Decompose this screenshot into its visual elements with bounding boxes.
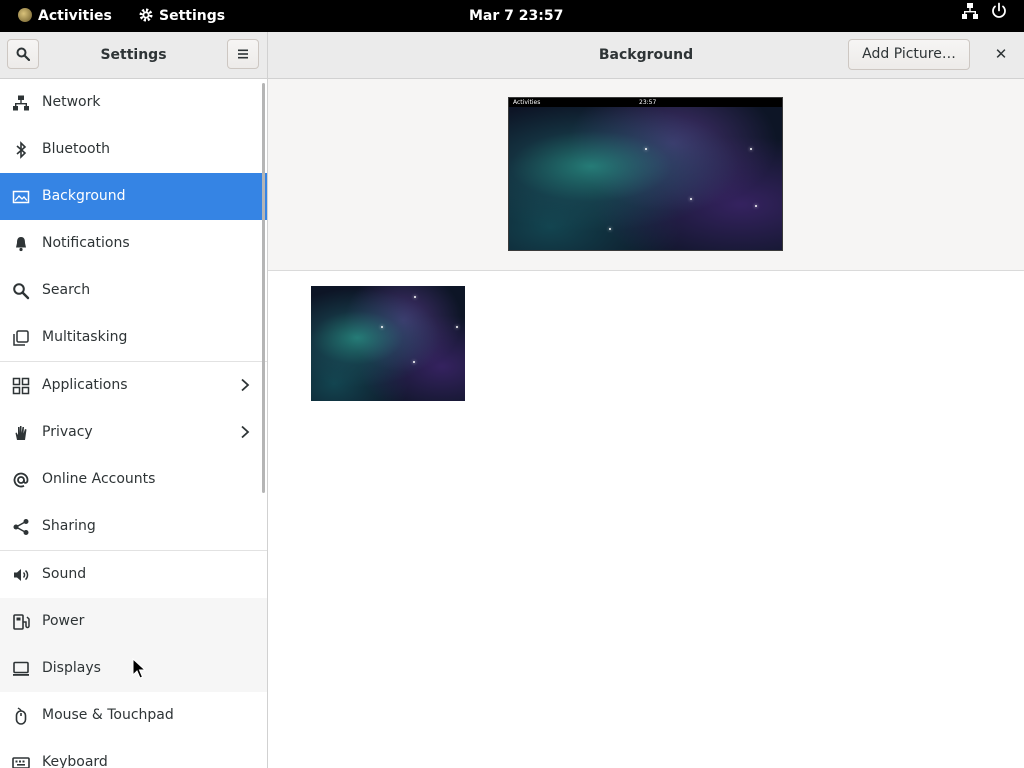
display-icon <box>13 661 29 676</box>
multitasking-icon <box>13 330 29 346</box>
star <box>609 228 611 230</box>
preview-top-bar: Activities 23:57 <box>509 98 782 107</box>
search-icon <box>13 283 30 300</box>
sidebar-item-privacy[interactable]: Privacy <box>0 409 267 456</box>
bell-icon <box>16 237 26 252</box>
sidebar-item-background[interactable]: Background <box>0 173 267 220</box>
wallpaper-thumbnail[interactable] <box>311 286 465 401</box>
power-icon <box>13 614 30 630</box>
sidebar-item-multitasking[interactable]: Multitasking <box>0 314 267 361</box>
star <box>414 296 416 298</box>
background-preview-area: Activities 23:57 <box>268 79 1024 271</box>
sidebar-item-applications[interactable]: Applications <box>0 362 267 409</box>
add-picture-button[interactable]: Add Picture… <box>848 39 970 70</box>
preview-activities-label: Activities <box>513 99 541 106</box>
preview-clock: 23:57 <box>639 99 657 106</box>
sidebar-item-label: Search <box>42 282 91 298</box>
sidebar-header: Settings <box>0 32 268 79</box>
network-icon <box>13 95 29 111</box>
sidebar-item-keyboard[interactable]: Keyboard <box>0 739 267 768</box>
sidebar-item-online-accounts[interactable]: Online Accounts <box>0 456 267 503</box>
hand-icon <box>15 426 27 440</box>
star <box>755 205 757 207</box>
sidebar-item-label: Notifications <box>42 235 130 251</box>
search-button[interactable] <box>7 39 39 69</box>
sidebar-item-label: Sharing <box>42 518 96 534</box>
sidebar-item-label: Mouse & Touchpad <box>42 707 174 723</box>
sidebar-item-label: Background <box>42 188 126 204</box>
sidebar-item-label: Network <box>42 94 101 110</box>
star <box>381 326 383 328</box>
close-button[interactable]: ✕ <box>986 39 1016 69</box>
sidebar-item-mouse-touchpad[interactable]: Mouse & Touchpad <box>0 692 267 739</box>
sidebar-item-label: Sound <box>42 566 87 582</box>
speaker-icon <box>14 569 29 581</box>
hamburger-menu-icon <box>238 49 248 59</box>
sidebar-item-network[interactable]: Network <box>0 79 267 126</box>
sidebar-item-bluetooth[interactable]: Bluetooth <box>0 126 267 173</box>
chevron-right-icon <box>241 425 250 439</box>
search-icon <box>16 47 30 61</box>
sidebar-item-label: Privacy <box>42 424 93 440</box>
chevron-right-icon <box>241 378 250 392</box>
sidebar-item-sharing[interactable]: Sharing <box>0 503 267 550</box>
sidebar-item-notifications[interactable]: Notifications <box>0 220 267 267</box>
share-icon <box>13 519 29 535</box>
sidebar-scrollbar[interactable] <box>262 83 265 493</box>
at-icon <box>13 472 29 488</box>
star <box>750 148 752 150</box>
keyboard-icon <box>12 757 30 768</box>
top-bar: Activities Settings Mar 7 23:57 <box>0 0 1024 32</box>
clock[interactable]: Mar 7 23:57 <box>469 0 563 32</box>
current-background-preview: Activities 23:57 <box>508 97 783 251</box>
sidebar-item-label: Displays <box>42 660 101 676</box>
gear-icon <box>139 8 153 22</box>
mouse-icon <box>15 707 27 725</box>
content-header: Background Add Picture… ✕ <box>268 32 1024 79</box>
star <box>456 326 458 328</box>
app-menu[interactable]: Settings <box>138 0 225 32</box>
applications-icon <box>12 377 30 395</box>
sidebar-item-search[interactable]: Search <box>0 267 267 314</box>
settings-window: Settings Background Add Picture… ✕ Netwo… <box>0 32 1024 768</box>
star <box>690 198 692 200</box>
sidebar-item-label: Multitasking <box>42 329 128 345</box>
mouse-cursor-icon <box>132 658 146 679</box>
sidebar-item-sound[interactable]: Sound <box>0 551 267 598</box>
activities-label: Activities <box>38 8 112 24</box>
star <box>413 361 415 363</box>
sidebar-item-label: Applications <box>42 377 128 393</box>
distro-logo-icon <box>18 8 32 22</box>
wired-network-icon[interactable] <box>961 0 979 32</box>
background-icon <box>12 190 30 204</box>
activities-button[interactable]: Activities <box>18 0 112 32</box>
star <box>645 148 647 150</box>
sidebar-item-power[interactable]: Power <box>0 598 267 645</box>
main-menu-button[interactable] <box>227 39 259 69</box>
system-power-icon[interactable] <box>990 0 1008 32</box>
sidebar-item-label: Keyboard <box>42 754 108 768</box>
sidebar-item-label: Online Accounts <box>42 471 156 487</box>
close-icon: ✕ <box>994 45 1008 63</box>
sidebar-item-label: Power <box>42 613 85 629</box>
sidebar-item-label: Bluetooth <box>42 141 110 157</box>
bluetooth-icon <box>16 141 27 159</box>
app-menu-label: Settings <box>159 8 226 24</box>
